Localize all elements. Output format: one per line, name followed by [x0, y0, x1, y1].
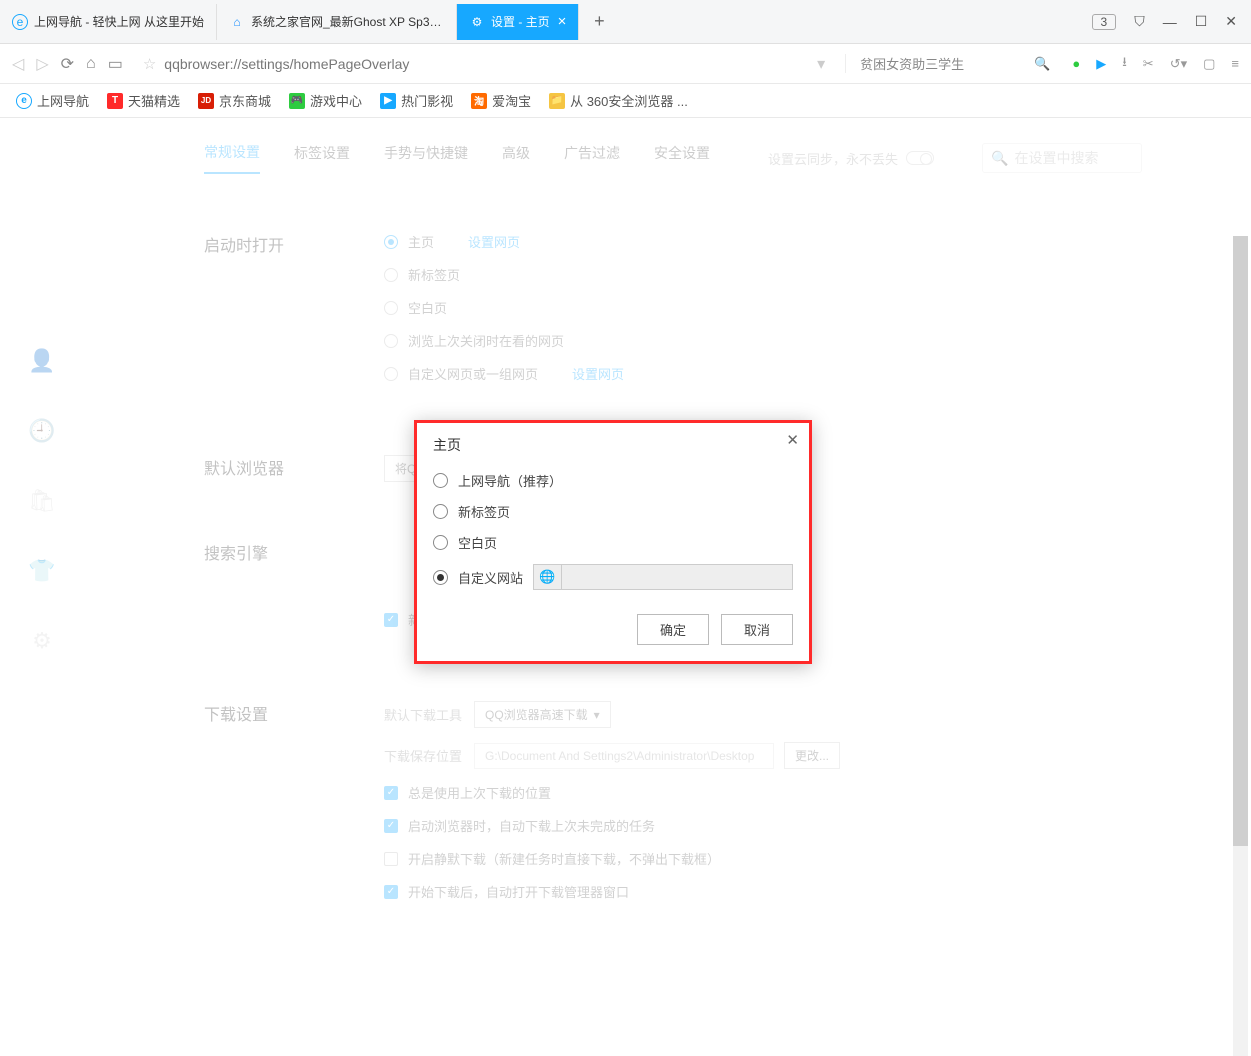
tab-count-badge[interactable]: 3 — [1092, 14, 1117, 30]
tab-icon-nav: e — [12, 14, 28, 30]
navbar: ◁ ▷ ⟳ ⌂ ▭ ☆ ▾ 贫困女资助三学生 🔍 ● ▶ ⭳ ✂ ↺▾ ▢ ≡ — [0, 44, 1251, 84]
tab-0[interactable]: e 上网导航 - 轻快上网 从这里开始 — [0, 4, 217, 40]
tab-1[interactable]: ⌂ 系统之家官网_最新Ghost XP Sp3系统 — [217, 4, 457, 40]
forward-button[interactable]: ▷ — [36, 54, 48, 74]
dialog-ok-button[interactable]: 确定 — [637, 614, 709, 645]
dialog-opt-label: 上网导航（推荐） — [458, 471, 562, 490]
titlebar: e 上网导航 - 轻快上网 从这里开始 ⌂ 系统之家官网_最新Ghost XP … — [0, 0, 1251, 44]
mini-search[interactable]: 贫困女资助三学生 🔍 — [845, 54, 1050, 73]
bookmark-label: 天猫精选 — [128, 91, 180, 110]
new-tab-button[interactable]: + — [579, 11, 619, 32]
search-icon[interactable]: 🔍 — [1034, 56, 1050, 72]
bookmark-label: 京东商城 — [219, 91, 271, 110]
globe-icon: 🌐 — [534, 565, 562, 589]
dialog-opt-label: 自定义网站 — [458, 568, 523, 587]
bookmark-label: 爱淘宝 — [492, 91, 531, 110]
gear-icon: ⚙ — [469, 14, 485, 30]
url-input[interactable] — [164, 56, 809, 72]
bookmarks-bar: e上网导航 T天猫精选 JD京东商城 🎮游戏中心 ▶热门影视 淘爱淘宝 📁从 3… — [0, 84, 1251, 118]
read-mode-icon[interactable]: ▭ — [108, 54, 123, 74]
favorite-star-icon[interactable]: ☆ — [143, 55, 156, 73]
bookmark-item[interactable]: ▶热门影视 — [380, 91, 453, 110]
wechat-icon[interactable]: ● — [1072, 56, 1080, 71]
minimize-button[interactable]: — — [1163, 14, 1177, 30]
close-window-button[interactable]: ✕ — [1225, 13, 1237, 30]
clipboard-icon[interactable]: ▢ — [1203, 56, 1215, 72]
close-tab-icon[interactable]: × — [558, 13, 567, 30]
bookmark-item[interactable]: JD京东商城 — [198, 91, 271, 110]
bookmark-item[interactable]: 淘爱淘宝 — [471, 91, 531, 110]
bookmark-label: 游戏中心 — [310, 91, 362, 110]
back-button[interactable]: ◁ — [12, 54, 24, 74]
bookmark-label: 热门影视 — [401, 91, 453, 110]
play-icon[interactable]: ▶ — [1096, 56, 1106, 72]
dialog-radio-newtab[interactable] — [433, 504, 448, 519]
mini-search-text: 贫困女资助三学生 — [860, 54, 964, 73]
bookmark-item[interactable]: e上网导航 — [16, 91, 89, 110]
address-bar[interactable]: ☆ ▾ — [135, 54, 833, 74]
dialog-close-button[interactable]: ✕ — [786, 431, 799, 449]
custom-url-input[interactable] — [562, 566, 792, 589]
tab-2-active[interactable]: ⚙ 设置 - 主页 × — [457, 4, 579, 40]
bookmark-label: 上网导航 — [37, 91, 89, 110]
reload-button[interactable]: ⟳ — [61, 54, 74, 74]
dialog-opt-label: 空白页 — [458, 533, 497, 552]
dialog-radio-blank[interactable] — [433, 535, 448, 550]
menu-icon[interactable]: ≡ — [1231, 56, 1239, 71]
custom-url-field[interactable]: 🌐 — [533, 564, 793, 590]
dropdown-icon[interactable]: ▾ — [817, 54, 825, 74]
tab-label: 设置 - 主页 — [491, 13, 550, 30]
bookmark-item[interactable]: 🎮游戏中心 — [289, 91, 362, 110]
dialog-opt-label: 新标签页 — [458, 502, 510, 521]
scissors-icon[interactable]: ✂ — [1143, 56, 1154, 72]
maximize-button[interactable]: ☐ — [1195, 13, 1208, 30]
undo-icon[interactable]: ↺▾ — [1170, 56, 1187, 72]
bookmark-item[interactable]: T天猫精选 — [107, 91, 180, 110]
homepage-dialog: ✕ 主页 上网导航（推荐） 新标签页 空白页 自定义网站 🌐 确定 取消 — [414, 420, 812, 664]
tab-label: 系统之家官网_最新Ghost XP Sp3系统 — [251, 13, 444, 30]
skin-icon[interactable]: ⛉ — [1134, 13, 1145, 30]
scroll-thumb[interactable] — [1233, 236, 1248, 846]
dialog-radio-nav[interactable] — [433, 473, 448, 488]
dialog-radio-custom[interactable] — [433, 570, 448, 585]
dialog-title: 主页 — [433, 435, 793, 455]
tab-label: 上网导航 - 轻快上网 从这里开始 — [34, 13, 204, 30]
home-button[interactable]: ⌂ — [86, 55, 96, 73]
scrollbar[interactable] — [1233, 236, 1248, 1056]
tab-icon-site: ⌂ — [229, 14, 245, 30]
dialog-cancel-button[interactable]: 取消 — [721, 614, 793, 645]
download-icon[interactable]: ⭳ — [1122, 53, 1127, 75]
bookmark-label: 从 360安全浏览器 ... — [570, 91, 688, 110]
bookmark-folder[interactable]: 📁从 360安全浏览器 ... — [549, 91, 688, 110]
